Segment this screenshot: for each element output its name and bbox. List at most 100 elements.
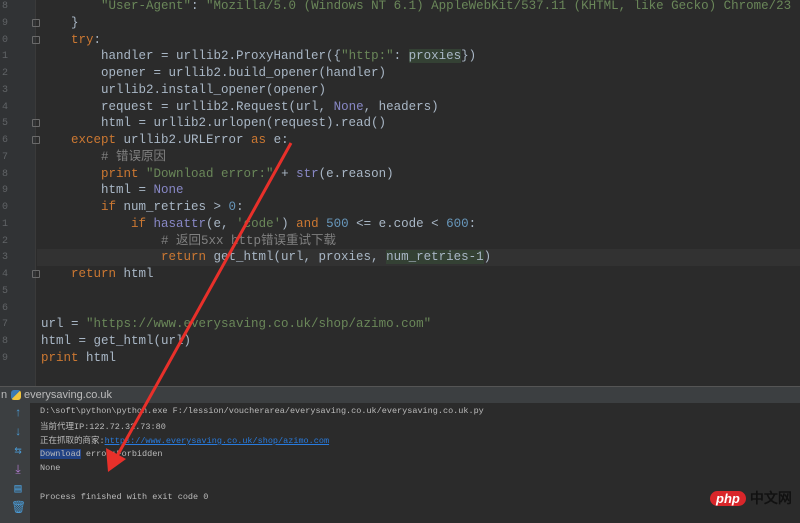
- line-number: 4: [1, 101, 8, 113]
- error-text: error:Forbidden: [80, 449, 163, 459]
- code-token: }: [41, 15, 79, 30]
- code-token: 0: [228, 200, 237, 214]
- code-token: 'code': [236, 216, 282, 231]
- code-token: proxies: [408, 49, 462, 64]
- soft-wrap-icon[interactable]: ⇆: [11, 445, 25, 458]
- line-number: 9: [1, 17, 8, 29]
- code-token: 600: [446, 216, 469, 231]
- code-line: # 错误原因: [41, 149, 166, 166]
- line-number: 1: [1, 218, 8, 230]
- code-token: }): [461, 49, 477, 64]
- arrow-up-icon[interactable]: ↑: [11, 407, 25, 420]
- code-line: html = None: [41, 182, 184, 199]
- line-number: 2: [1, 68, 8, 79]
- line-number: 7: [1, 151, 8, 163]
- code-token: <= e.code <: [348, 216, 447, 231]
- code-token: as: [251, 133, 267, 147]
- code-line: html = get_html(url): [41, 333, 191, 350]
- line-number: 6: [1, 135, 8, 146]
- code-token: except: [41, 133, 117, 147]
- code-line: if num_retries > 0:: [41, 199, 244, 216]
- code-line: except urllib2.URLError as e:: [41, 132, 289, 149]
- code-line: "User-Agent": "Mozilla/5.0 (Windows NT 6…: [41, 0, 791, 15]
- code-token: print: [41, 350, 79, 365]
- line-number: 2: [1, 235, 8, 247]
- code-token: ): [483, 250, 492, 265]
- code-line: handler = urllib2.ProxyHandler({"http:":…: [41, 48, 476, 65]
- watermark-text: 中文网: [749, 491, 792, 507]
- code-token: "https://www.everysaving.co.uk/shop/azim…: [86, 317, 432, 332]
- code-token: opener = urllib2.build_opener(handler): [41, 66, 387, 80]
- fold-marker-icon[interactable]: [32, 119, 40, 128]
- code-line: print html: [41, 350, 116, 367]
- code-token: print: [41, 166, 147, 181]
- code-token: "Mozilla/5.0 (Windows NT 6.1) AppleWebKi…: [206, 0, 792, 13]
- code-editor[interactable]: 8 9 0 1 2 3 4 5 6 7 8 9 0 1 2 3 4 5 6 7 8 9 "User-Agent": "Mo…: [0, 0, 800, 386]
- line-number: 9: [1, 352, 8, 364]
- code-token: num_retries >: [116, 200, 229, 214]
- merchant-link[interactable]: https://www.everysaving.co.uk/shop/azimo…: [105, 436, 329, 446]
- line-number: 8: [1, 336, 8, 347]
- fold-marker-icon[interactable]: [32, 35, 40, 44]
- code-token: if: [41, 200, 117, 214]
- code-token: hasattr: [153, 216, 207, 231]
- trash-icon[interactable]: 🗑: [11, 502, 26, 515]
- php-cn-watermark: php 中文网: [710, 488, 792, 508]
- code-token: , headers): [363, 99, 439, 114]
- console-none: None: [40, 463, 61, 473]
- code-token: return: [41, 267, 117, 281]
- code-token: e:: [266, 133, 289, 147]
- fold-marker-icon[interactable]: [32, 136, 40, 144]
- code-token: html = get_html(url): [41, 334, 192, 348]
- code-token: url =: [41, 317, 87, 332]
- code-token: try: [41, 32, 94, 47]
- code-token: # 返回5xx http错误重试下载: [41, 233, 337, 248]
- run-console[interactable]: ↑ ↓ ⇆ ⤓ ▤ 🗑 D:\soft\python\python.exe F:…: [0, 403, 800, 523]
- line-number: 1: [1, 51, 8, 63]
- code-token: str: [296, 166, 319, 181]
- console-error: Download error:Forbidden: [40, 449, 162, 459]
- code-token: and: [296, 216, 327, 231]
- console-toolbar: ↑ ↓ ⇆ ⤓ ▤ 🗑: [0, 403, 31, 523]
- code-line: # 返回5xx http错误重试下载: [41, 233, 336, 250]
- code-token: return: [41, 250, 207, 265]
- watermark-brand: php: [710, 490, 746, 506]
- fold-marker-icon[interactable]: [32, 270, 40, 278]
- merchant-label: 正在抓取的商家:: [40, 436, 105, 446]
- line-number: 4: [1, 269, 8, 280]
- code-token: html: [78, 350, 117, 365]
- code-token: "User-Agent": [101, 0, 192, 13]
- code-token: urllib2.install_opener(opener): [41, 82, 327, 97]
- line-number: 5: [1, 118, 8, 130]
- line-number: 8: [1, 168, 8, 180]
- scroll-to-end-icon[interactable]: ⤓: [11, 464, 25, 477]
- code-line: try:: [41, 32, 101, 49]
- line-number: 9: [1, 185, 8, 197]
- code-token: handler = urllib2.ProxyHandler({: [41, 49, 342, 64]
- code-token: # 错误原因: [41, 149, 167, 164]
- print-icon[interactable]: ▤: [11, 483, 25, 496]
- code-token: :: [191, 0, 207, 13]
- line-number: 0: [1, 34, 8, 46]
- code-token: if: [41, 216, 154, 231]
- run-config-tab[interactable]: everysaving.co.uk: [24, 387, 112, 403]
- code-token: None: [333, 99, 364, 114]
- selected-text: Download: [40, 449, 81, 459]
- code-line: request = urllib2.Request(url, None, hea…: [41, 99, 439, 116]
- code-token: html =: [41, 183, 154, 198]
- console-merchant: 正在抓取的商家:https://www.everysaving.co.uk/sh…: [40, 434, 329, 446]
- run-tab-bar[interactable]: n everysaving.co.uk: [0, 386, 800, 403]
- fold-marker-icon[interactable]: [32, 18, 40, 27]
- line-number: 3: [1, 84, 8, 96]
- code-line: urllib2.install_opener(opener): [41, 82, 326, 99]
- python-icon: [11, 390, 21, 400]
- line-number: 7: [1, 319, 8, 331]
- arrow-down-icon[interactable]: ↓: [11, 426, 25, 439]
- code-token: :: [93, 32, 102, 47]
- line-number: 3: [1, 252, 8, 264]
- line-number: 8: [1, 1, 8, 12]
- code-token: :: [393, 49, 409, 64]
- code-line: if hasattr(e, 'code') and 500 <= e.code …: [41, 216, 476, 233]
- line-gutter: 8 9 0 1 2 3 4 5 6 7 8 9 0 1 2 3 4 5 6 7 8 9: [0, 0, 40, 386]
